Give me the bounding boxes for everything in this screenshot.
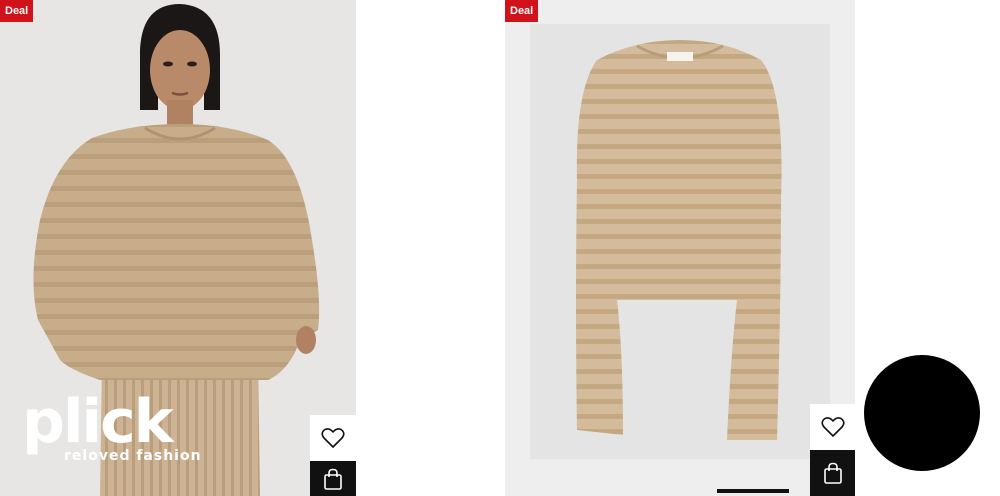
product-card[interactable]: Deal plick reloved fashion xyxy=(0,0,356,496)
wishlist-button[interactable] xyxy=(810,404,855,450)
logo-tagline: reloved fashion xyxy=(64,448,202,464)
shopping-bag-icon xyxy=(824,462,842,484)
add-to-bag-button[interactable] xyxy=(810,450,855,496)
product-card[interactable]: Deal xyxy=(505,0,855,496)
plick-logo: plick reloved fashion xyxy=(22,392,202,464)
carousel-indicator xyxy=(717,489,789,493)
deal-badge: Deal xyxy=(0,0,34,22)
shopping-bag-icon xyxy=(324,468,342,490)
floating-action-circle[interactable] xyxy=(864,355,980,471)
heart-icon xyxy=(821,417,845,437)
wishlist-button[interactable] xyxy=(310,415,356,461)
add-to-bag-button[interactable] xyxy=(310,461,356,496)
logo-word: plick xyxy=(22,387,174,457)
product-image[interactable] xyxy=(505,0,855,496)
deal-badge: Deal xyxy=(505,0,539,22)
heart-icon xyxy=(321,428,345,448)
